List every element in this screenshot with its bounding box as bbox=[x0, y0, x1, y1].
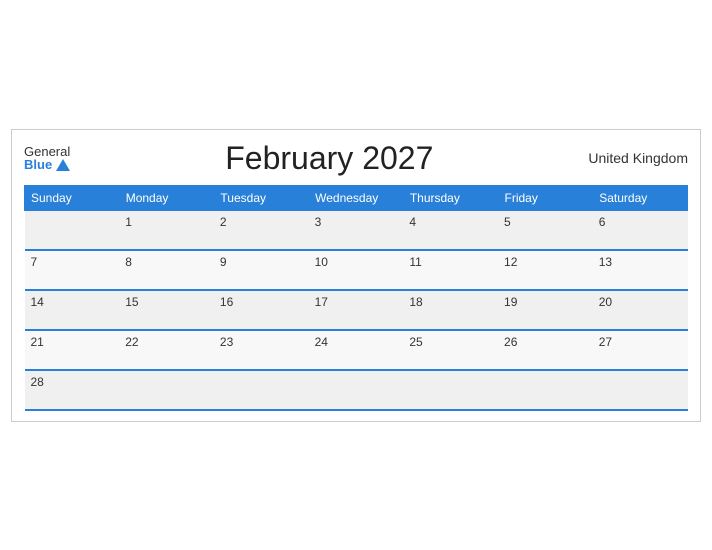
day-number: 6 bbox=[599, 215, 682, 229]
calendar-cell: 22 bbox=[119, 330, 214, 370]
weekday-header-row: Sunday Monday Tuesday Wednesday Thursday… bbox=[25, 185, 688, 210]
day-number: 8 bbox=[125, 255, 208, 269]
day-number: 1 bbox=[125, 215, 208, 229]
calendar-cell: 13 bbox=[593, 250, 688, 290]
day-number: 15 bbox=[125, 295, 208, 309]
calendar: General Blue February 2027 United Kingdo… bbox=[11, 129, 701, 422]
calendar-header: General Blue February 2027 United Kingdo… bbox=[24, 140, 688, 177]
calendar-cell: 1 bbox=[119, 210, 214, 250]
day-number: 12 bbox=[504, 255, 587, 269]
calendar-week-1: 789 10 11 12 13 bbox=[25, 250, 688, 290]
calendar-cell bbox=[119, 370, 214, 410]
day-number: 17 bbox=[315, 295, 398, 309]
calendar-cell: 6 bbox=[593, 210, 688, 250]
calendar-cell: 26 bbox=[498, 330, 593, 370]
calendar-cell bbox=[25, 210, 120, 250]
calendar-week-0: 123456 bbox=[25, 210, 688, 250]
day-number: 10 bbox=[315, 255, 398, 269]
calendar-cell: 28 bbox=[25, 370, 120, 410]
day-number: 27 bbox=[599, 335, 682, 349]
calendar-cell: 3 bbox=[309, 210, 404, 250]
calendar-cell: 15 bbox=[119, 290, 214, 330]
day-number: 20 bbox=[599, 295, 682, 309]
calendar-cell: 27 bbox=[593, 330, 688, 370]
calendar-cell: 20 bbox=[593, 290, 688, 330]
day-number: 23 bbox=[220, 335, 303, 349]
header-tuesday: Tuesday bbox=[214, 185, 309, 210]
calendar-cell: 17 bbox=[309, 290, 404, 330]
day-number: 21 bbox=[31, 335, 114, 349]
day-number: 14 bbox=[31, 295, 114, 309]
calendar-cell: 18 bbox=[403, 290, 498, 330]
header-monday: Monday bbox=[119, 185, 214, 210]
calendar-cell: 8 bbox=[119, 250, 214, 290]
calendar-cell: 25 bbox=[403, 330, 498, 370]
calendar-cell: 12 bbox=[498, 250, 593, 290]
day-number: 24 bbox=[315, 335, 398, 349]
header-friday: Friday bbox=[498, 185, 593, 210]
day-number: 2 bbox=[220, 215, 303, 229]
day-number: 5 bbox=[504, 215, 587, 229]
calendar-cell: 9 bbox=[214, 250, 309, 290]
header-thursday: Thursday bbox=[403, 185, 498, 210]
day-number: 11 bbox=[409, 255, 492, 269]
calendar-cell: 2 bbox=[214, 210, 309, 250]
calendar-cell bbox=[309, 370, 404, 410]
calendar-cell bbox=[593, 370, 688, 410]
logo: General Blue bbox=[24, 145, 70, 171]
calendar-cell: 19 bbox=[498, 290, 593, 330]
logo-blue-text: Blue bbox=[24, 158, 70, 171]
day-number: 7 bbox=[31, 255, 114, 269]
calendar-cell bbox=[214, 370, 309, 410]
day-number: 28 bbox=[31, 375, 114, 389]
day-number: 18 bbox=[409, 295, 492, 309]
day-number: 9 bbox=[220, 255, 303, 269]
calendar-cell bbox=[498, 370, 593, 410]
header-wednesday: Wednesday bbox=[309, 185, 404, 210]
calendar-cell: 11 bbox=[403, 250, 498, 290]
calendar-cell: 10 bbox=[309, 250, 404, 290]
header-sunday: Sunday bbox=[25, 185, 120, 210]
logo-triangle-icon bbox=[56, 159, 70, 171]
calendar-cell: 14 bbox=[25, 290, 120, 330]
day-number: 16 bbox=[220, 295, 303, 309]
calendar-week-2: 14 15 16 17 18 19 20 bbox=[25, 290, 688, 330]
calendar-week-3: 21 22 23 24 25 26 27 bbox=[25, 330, 688, 370]
calendar-cell: 5 bbox=[498, 210, 593, 250]
day-number: 26 bbox=[504, 335, 587, 349]
day-number: 22 bbox=[125, 335, 208, 349]
calendar-cell: 21 bbox=[25, 330, 120, 370]
calendar-cell bbox=[403, 370, 498, 410]
calendar-region: United Kingdom bbox=[588, 150, 688, 166]
calendar-cell: 16 bbox=[214, 290, 309, 330]
day-number: 25 bbox=[409, 335, 492, 349]
day-number: 13 bbox=[599, 255, 682, 269]
calendar-cell: 23 bbox=[214, 330, 309, 370]
calendar-cell: 7 bbox=[25, 250, 120, 290]
day-number: 3 bbox=[315, 215, 398, 229]
calendar-cell: 24 bbox=[309, 330, 404, 370]
calendar-table: Sunday Monday Tuesday Wednesday Thursday… bbox=[24, 185, 688, 411]
day-number: 4 bbox=[409, 215, 492, 229]
calendar-cell: 4 bbox=[403, 210, 498, 250]
day-number: 19 bbox=[504, 295, 587, 309]
calendar-week-4: 28 bbox=[25, 370, 688, 410]
header-saturday: Saturday bbox=[593, 185, 688, 210]
calendar-title: February 2027 bbox=[70, 140, 588, 177]
